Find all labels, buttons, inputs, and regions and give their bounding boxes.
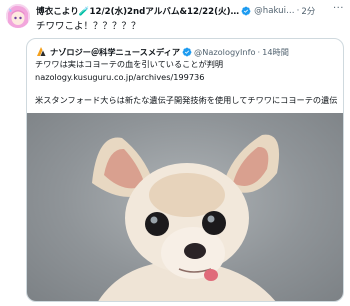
tweet-header: 博衣こより🧪12/2(水)2ndアルバム&12/22(火)… @hakui… ·… <box>36 3 346 18</box>
quoted-tweet-card[interactable]: ナゾロジー＠科学ニュースメディア @NazologyInfo · 14時間 チワ… <box>26 38 344 302</box>
tweet-timestamp[interactable]: 2分 <box>301 5 315 17</box>
header-separator: · <box>296 6 300 16</box>
quoted-tweet-timestamp: 14時間 <box>262 46 289 57</box>
verified-badge-icon <box>182 47 192 56</box>
author-avatar[interactable] <box>6 4 30 28</box>
author-handle[interactable]: @hakui… <box>254 6 294 16</box>
quoted-author-avatar <box>35 45 47 58</box>
quoted-text-url: nazology.kusuguru.co.jp/archives/199736 <box>35 72 205 82</box>
chihuahua-image <box>92 134 280 301</box>
verified-badge-icon <box>241 6 251 16</box>
quoted-tweet-photo[interactable] <box>27 113 343 301</box>
author-display-name[interactable]: 博衣こより🧪12/2(水)2ndアルバム&12/22(火)… <box>36 5 239 17</box>
quoted-author-name: ナゾロジー＠科学ニュースメディア <box>50 46 181 57</box>
quoted-text-headline: チワワは実はコヨーテの血を引いていることが判明 <box>35 59 224 69</box>
tweet-text: チワワこよ！？？？？？ <box>36 21 141 32</box>
more-icon[interactable]: ··· <box>333 3 344 14</box>
quoted-header-separator: · <box>257 46 261 57</box>
quoted-author-handle: @NazologyInfo <box>194 46 256 57</box>
quoted-tweet-header: ナゾロジー＠科学ニュースメディア @NazologyInfo · 14時間 <box>35 45 337 58</box>
quoted-text-body: 米スタンフォード大らは新たな遺伝子開発技術を使用してチワワにコヨーテの遺伝子が入… <box>35 95 337 105</box>
